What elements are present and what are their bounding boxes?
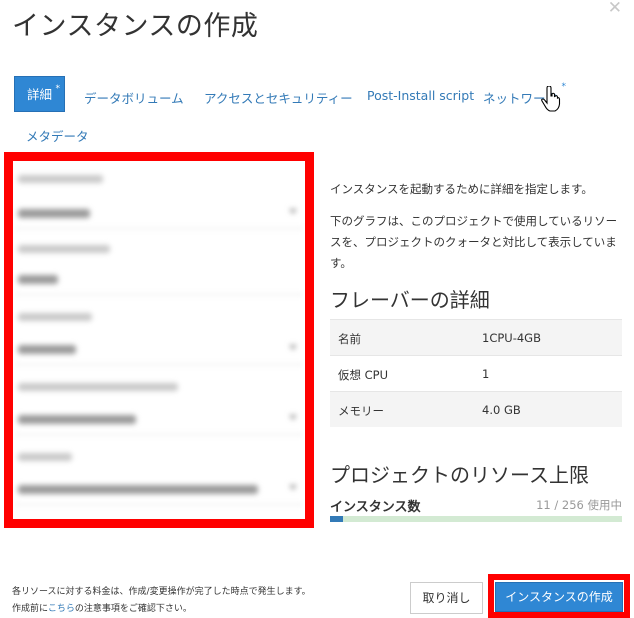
field-label [18, 175, 103, 183]
field-value [18, 415, 136, 424]
tab-data-volume[interactable]: データボリューム [84, 88, 184, 107]
notice-link[interactable]: こちら [48, 604, 75, 614]
row-value: 1CPU-4GB [482, 331, 541, 345]
table-row: メモリー 4.0 GB [330, 391, 622, 427]
field-value [18, 345, 76, 354]
resource-limits-heading: プロジェクトのリソース上限 [330, 463, 589, 487]
table-row: 仮想 CPU 1 [330, 355, 622, 391]
row-key: メモリー [338, 404, 384, 418]
help-text-1: インスタンスを起動するために詳細を指定します。 [330, 182, 593, 196]
required-marker: * [561, 82, 567, 92]
quota-label: インスタンス数 [330, 500, 421, 515]
close-icon[interactable]: ✕ [608, 0, 622, 18]
table-row: 名前 1CPU-4GB [330, 319, 622, 355]
cancel-button[interactable]: 取り消し [410, 582, 483, 614]
notice-pre: 作成前に [12, 604, 48, 614]
field-label [18, 313, 92, 321]
availability-zone-select[interactable] [15, 199, 303, 229]
row-key: 名前 [338, 332, 361, 346]
notice-post: の注意事項をご確認下さい。 [74, 604, 192, 614]
tab-access-security[interactable]: アクセスとセキュリティー [204, 88, 353, 107]
flavor-details-heading: フレーバーの詳細 [330, 288, 490, 312]
quota-value: 11 / 256 使用中 [536, 498, 622, 512]
field-value [18, 485, 258, 494]
field-value [18, 209, 90, 218]
quota-progress-bar [330, 516, 622, 522]
tab-post-install-script[interactable]: Post-Install script [367, 88, 474, 103]
instance-name-input[interactable] [15, 265, 303, 295]
instance-details-form [4, 152, 314, 528]
caret-down-icon [289, 345, 297, 350]
tab-metadata[interactable]: メタデータ [26, 126, 89, 145]
field-label [18, 453, 72, 461]
caret-down-icon [289, 415, 297, 420]
row-key: 仮想 CPU [338, 368, 389, 382]
caret-down-icon [289, 485, 297, 490]
row-value: 4.0 GB [482, 403, 521, 417]
flavor-select[interactable] [15, 335, 303, 365]
volume-select[interactable] [15, 475, 303, 505]
required-marker: * [55, 84, 61, 94]
row-value: 1 [482, 367, 490, 381]
dialog-title: インスタンスの作成 [12, 11, 259, 42]
field-value [18, 275, 58, 284]
hand-pointer-cursor [541, 86, 561, 112]
field-label [18, 383, 178, 391]
tab-details[interactable]: 詳細 * [14, 76, 66, 112]
notice-line-2: 作成前にこちらの注意事項をご確認下さい。 [12, 601, 192, 614]
billing-notice: 各リソースに対する料金は、作成/変更操作が完了した時点で発生します。 [12, 587, 311, 597]
help-text-2: 下のグラフは、このプロジェクトで使用しているリソースを、プロジェクトのクォータと… [330, 214, 618, 270]
flavor-details-table: 名前 1CPU-4GB 仮想 CPU 1 メモリー 4.0 GB [330, 319, 622, 427]
create-instance-button[interactable]: インスタンスの作成 [495, 582, 623, 612]
caret-down-icon [289, 209, 297, 214]
tab-details-label: 詳細 [27, 87, 53, 102]
quota-progress-fill [330, 516, 344, 522]
boot-source-select[interactable] [15, 405, 303, 435]
field-label [18, 245, 110, 253]
